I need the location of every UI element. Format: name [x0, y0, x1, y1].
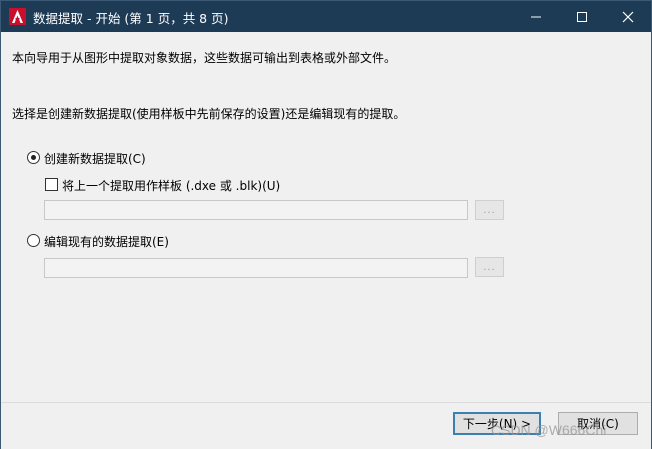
autocad-a-icon [9, 8, 26, 25]
data-extraction-dialog: 数据提取 - 开始 (第 1 页，共 8 页) 本向导用于从图形中提取对象数据，… [0, 0, 652, 449]
watermark-text: CSDN @W666Chi [491, 422, 607, 438]
edit-browse-button[interactable]: ... [475, 257, 504, 277]
edit-path-input[interactable] [44, 258, 468, 278]
use-template-checkbox[interactable] [45, 178, 58, 191]
maximize-button[interactable] [559, 1, 605, 32]
create-new-radio[interactable] [27, 151, 40, 164]
template-path-input[interactable] [44, 200, 468, 220]
wizard-content: 本向导用于从图形中提取对象数据，这些数据可输出到表格或外部文件。 选择是创建新数… [1, 32, 651, 402]
template-browse-button[interactable]: ... [475, 200, 504, 220]
window-title: 数据提取 - 开始 (第 1 页，共 8 页) [33, 11, 229, 26]
use-template-label[interactable]: 将上一个提取用作样板 (.dxe 或 .blk)(U) [62, 177, 280, 194]
intro-text: 本向导用于从图形中提取对象数据，这些数据可输出到表格或外部文件。 [12, 51, 397, 65]
maximize-icon [577, 11, 587, 22]
title-bar[interactable]: 数据提取 - 开始 (第 1 页，共 8 页) [1, 1, 651, 32]
minimize-button[interactable] [513, 1, 559, 32]
create-new-label[interactable]: 创建新数据提取(C) [44, 150, 146, 167]
close-button[interactable] [605, 1, 651, 32]
question-text: 选择是创建新数据提取(使用样板中先前保存的设置)还是编辑现有的提取。 [12, 107, 406, 121]
minimize-icon [531, 16, 541, 17]
edit-existing-radio[interactable] [27, 234, 40, 247]
edit-existing-label[interactable]: 编辑现有的数据提取(E) [44, 233, 169, 250]
close-icon [622, 11, 634, 22]
